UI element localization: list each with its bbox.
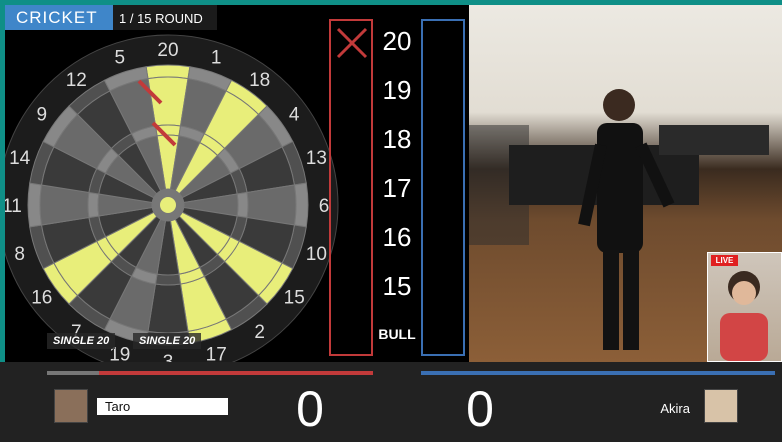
board-number-12: 12: [66, 70, 87, 91]
live-badge: LIVE: [711, 255, 738, 266]
triple-3: [154, 273, 182, 286]
cricket-number-16: 16: [382, 222, 412, 252]
board-number-20: 20: [157, 40, 178, 61]
x-mark-icon: [336, 27, 368, 59]
live-person-figure: [720, 271, 768, 361]
board-number-4: 4: [289, 104, 300, 125]
board-number-18: 18: [249, 70, 270, 91]
cricket-number-17: 17: [382, 173, 412, 203]
cricket-number-19: 19: [382, 75, 412, 105]
player2-score: 0: [466, 381, 494, 437]
player2-marks-column: [421, 19, 465, 356]
round-counter: 1 / 15 ROUND: [113, 5, 217, 30]
player1-progress-start: [47, 371, 99, 375]
dartboard: 2011841361015217319716811149125: [5, 34, 339, 365]
board-number-11: 11: [5, 196, 22, 217]
throw-label-2: SINGLE 20: [133, 333, 202, 349]
inner-bull: [160, 197, 176, 213]
cricket-number-15: 15: [382, 271, 412, 301]
board-number-2: 2: [254, 322, 265, 343]
player1-marks-column: [329, 19, 373, 356]
board-number-1: 1: [211, 48, 222, 69]
player2-progress-line: [421, 371, 775, 375]
cricket-bull: BULL: [378, 326, 416, 342]
cricket-number-18: 18: [382, 124, 412, 154]
player1-name: Taro: [97, 398, 228, 415]
board-number-16: 16: [31, 288, 52, 309]
cricket-number-20: 20: [382, 26, 412, 56]
game-mode-label: CRICKET: [5, 5, 113, 30]
board-number-13: 13: [306, 148, 327, 169]
player2-name: Akira: [660, 401, 690, 416]
board-number-5: 5: [115, 48, 126, 69]
live-camera-inset: [707, 252, 782, 362]
player2-avatar: [704, 389, 738, 423]
board-number-8: 8: [14, 244, 25, 265]
board-number-6: 6: [319, 196, 330, 217]
board-number-9: 9: [37, 104, 48, 125]
throw-label-1: SINGLE 20: [47, 333, 116, 349]
board-number-10: 10: [306, 244, 327, 265]
board-number-15: 15: [284, 288, 305, 309]
triple-6: [236, 191, 249, 219]
triple-11: [87, 191, 100, 219]
player1-avatar: [54, 389, 88, 423]
player1-score: 0: [296, 381, 324, 437]
board-number-14: 14: [9, 148, 31, 169]
